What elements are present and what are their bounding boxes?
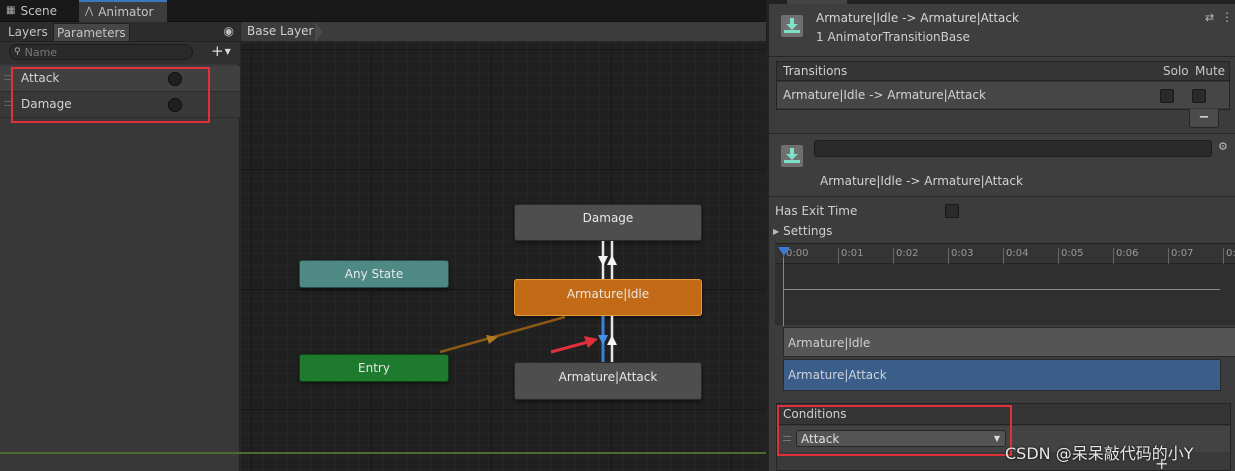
transition-label: Armature|Idle -> Armature|Attack	[820, 174, 1023, 188]
transition-icon	[781, 145, 803, 167]
highlight-box-conditions	[777, 405, 1012, 456]
transition-row-label: Armature|Idle -> Armature|Attack	[783, 88, 986, 102]
watermark: CSDN @呆呆敲代码的小Y	[1005, 444, 1194, 463]
state-attack[interactable]: Armature|Attack	[514, 362, 702, 400]
timeline-tick: 0:07	[1168, 248, 1193, 264]
inspector-subtitle: 1 AnimatorTransitionBase	[816, 30, 970, 44]
state-machine-graph[interactable]	[241, 43, 766, 471]
grid-icon: ▦	[6, 5, 16, 16]
inspector-tab-strip	[769, 0, 1235, 4]
source-track-label: Armature|Idle	[788, 336, 871, 350]
gear-icon[interactable]: ⚙	[1218, 140, 1228, 153]
remove-transition-button[interactable]: −	[1189, 109, 1219, 128]
search-input[interactable]	[24, 45, 175, 59]
search-icon: ⚲	[14, 47, 21, 57]
tab-scene-label: Scene	[20, 4, 58, 18]
timeline-tick: 0:05	[1058, 248, 1083, 264]
inspector-header: Armature|Idle -> Armature|Attack 1 Anima…	[769, 5, 1235, 57]
state-any-state[interactable]: Any State	[299, 260, 449, 288]
breadcrumb-arrow-icon	[315, 22, 323, 42]
inspector-panel: Armature|Idle -> Armature|Attack 1 Anima…	[767, 0, 1235, 471]
sliders-icon[interactable]: ⇄	[1205, 11, 1214, 24]
solo-checkbox[interactable]	[1160, 89, 1174, 103]
transition-header: ⚙ Armature|Idle -> Armature|Attack	[769, 134, 1235, 197]
panel-subtabs: Layers Parameters ◉	[0, 22, 240, 42]
transition-timeline[interactable]: 0:00 0:01 0:02 0:03 0:04 0:05 0:06 0:07 …	[775, 243, 1235, 326]
transitions-header: Transitions Solo Mute	[777, 62, 1229, 81]
timeline-tick: 0:	[1223, 248, 1235, 264]
state-entry[interactable]: Entry	[299, 354, 449, 382]
transitions-label: Transitions	[783, 64, 848, 78]
timeline-tick: 0:04	[1003, 248, 1028, 264]
mute-label: Mute	[1195, 64, 1226, 78]
search-row: ⚲ +▼	[0, 42, 240, 64]
state-damage[interactable]: Damage	[514, 204, 702, 241]
transition-icon	[781, 15, 803, 37]
tab-animator[interactable]: ⋀ Animator	[79, 0, 167, 22]
inspector-title: Armature|Idle -> Armature|Attack	[816, 11, 1019, 25]
has-exit-time-checkbox[interactable]	[945, 204, 959, 218]
eye-icon[interactable]: ◉	[224, 24, 234, 38]
highlight-box-parameters	[11, 67, 210, 123]
timeline-tick: 0:01	[838, 248, 863, 264]
breadcrumb-base-layer[interactable]: Base Layer	[247, 24, 314, 38]
settings-foldout[interactable]: ▶ Settings	[773, 224, 832, 238]
timeline-tick: 0:06	[1113, 248, 1138, 264]
transitions-list: Transitions Solo Mute Armature|Idle -> A…	[776, 61, 1230, 110]
solo-label: Solo	[1163, 64, 1189, 78]
timeline-cursor	[783, 258, 784, 326]
timeline-ruler: 0:00 0:01 0:02 0:03 0:04 0:05 0:06 0:07 …	[775, 244, 1235, 264]
timeline-tick: 0:02	[893, 248, 918, 264]
source-state-track[interactable]: Armature|Idle	[783, 327, 1235, 357]
transition-name-field[interactable]	[814, 140, 1212, 157]
destination-track-label: Armature|Attack	[788, 368, 887, 382]
timeline-curve	[783, 289, 1220, 290]
window-tab-bar: ▦ Scene ⋀ Animator	[0, 0, 766, 22]
tab-scene[interactable]: ▦ Scene	[0, 0, 78, 22]
has-exit-time-label: Has Exit Time	[775, 204, 858, 218]
settings-label: Settings	[783, 224, 833, 238]
add-parameter-button[interactable]: +▼	[211, 43, 237, 61]
caret-down-icon: ▼	[224, 47, 231, 56]
timeline-tick: 0:03	[948, 248, 973, 264]
more-options-icon[interactable]: ⋮	[1221, 10, 1233, 24]
tab-animator-label: Animator	[98, 5, 154, 19]
transition-row[interactable]: Armature|Idle -> Armature|Attack	[777, 82, 1229, 108]
destination-state-track[interactable]: Armature|Attack	[783, 359, 1221, 391]
search-box[interactable]: ⚲	[9, 44, 193, 60]
graph-bottom-border	[0, 452, 766, 454]
plus-icon: +	[211, 42, 224, 60]
state-idle[interactable]: Armature|Idle	[514, 279, 702, 316]
tab-parameters[interactable]: Parameters	[53, 23, 130, 41]
mute-checkbox[interactable]	[1192, 89, 1206, 103]
triangle-right-icon: ▶	[773, 227, 780, 236]
tab-layers[interactable]: Layers	[4, 23, 52, 41]
timeline-marker-icon[interactable]	[778, 247, 790, 256]
breadcrumb: Base Layer	[241, 22, 766, 42]
animator-icon: ⋀	[85, 6, 94, 17]
